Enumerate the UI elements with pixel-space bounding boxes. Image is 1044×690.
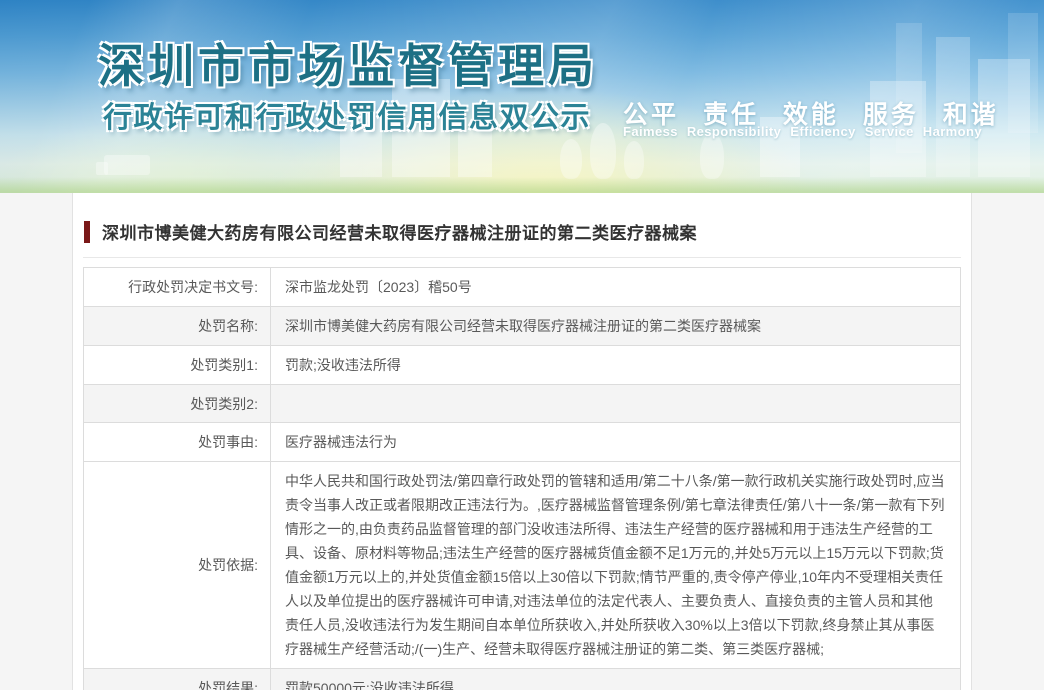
row-value: 医疗器械违法行为 (271, 423, 960, 461)
row-label: 处罚依据: (84, 462, 271, 668)
table-row: 处罚类别1: 罚款;没收违法所得 (84, 345, 960, 384)
table-row: 处罚类别2: (84, 384, 960, 422)
site-subtitle: 行政许可和行政处罚信用信息双公示 (103, 94, 591, 136)
row-value: 罚款;没收违法所得 (271, 346, 960, 384)
row-label: 处罚类别1: (84, 346, 271, 384)
grass-strip (0, 177, 1044, 193)
row-label: 行政处罚决定书文号: (84, 268, 271, 306)
penalty-info-table: 行政处罚决定书文号: 深市监龙处罚〔2023〕稽50号 处罚名称: 深圳市博美健… (83, 267, 961, 690)
table-row: 处罚名称: 深圳市博美健大药房有限公司经营未取得医疗器械注册证的第二类医疗器械案 (84, 306, 960, 345)
row-value: 中华人民共和国行政处罚法/第四章行政处罚的管辖和适用/第二十八条/第一款行政机关… (271, 462, 960, 668)
row-label: 处罚结果: (84, 669, 271, 690)
table-row: 处罚事由: 医疗器械违法行为 (84, 422, 960, 461)
table-row: 行政处罚决定书文号: 深市监龙处罚〔2023〕稽50号 (84, 268, 960, 306)
title-accent-bar (84, 221, 90, 243)
title-divider (83, 257, 961, 258)
site-title: 深圳市市场监督管理局 (98, 30, 598, 96)
row-value: 深市监龙处罚〔2023〕稽50号 (271, 268, 960, 306)
slogan-english: Faimess Responsibility Efficiency Servic… (623, 124, 982, 139)
header-banner: 深圳市市场监督管理局 行政许可和行政处罚信用信息双公示 公平 责任 效能 服务 … (0, 0, 1044, 193)
row-value (271, 385, 960, 422)
row-label: 处罚事由: (84, 423, 271, 461)
row-value: 罚款50000元;没收违法所得 (271, 669, 960, 690)
table-row: 处罚依据: 中华人民共和国行政处罚法/第四章行政处罚的管辖和适用/第二十八条/第… (84, 461, 960, 668)
row-label: 处罚名称: (84, 307, 271, 345)
row-value: 深圳市博美健大药房有限公司经营未取得医疗器械注册证的第二类医疗器械案 (271, 307, 960, 345)
content-panel: 深圳市博美健大药房有限公司经营未取得医疗器械注册证的第二类医疗器械案 行政处罚决… (72, 193, 972, 690)
case-title: 深圳市博美健大药房有限公司经营未取得医疗器械注册证的第二类医疗器械案 (102, 219, 697, 244)
row-label: 处罚类别2: (84, 385, 271, 422)
case-title-row: 深圳市博美健大药房有限公司经营未取得医疗器械注册证的第二类医疗器械案 (83, 219, 961, 244)
table-row: 处罚结果: 罚款50000元;没收违法所得 (84, 668, 960, 690)
